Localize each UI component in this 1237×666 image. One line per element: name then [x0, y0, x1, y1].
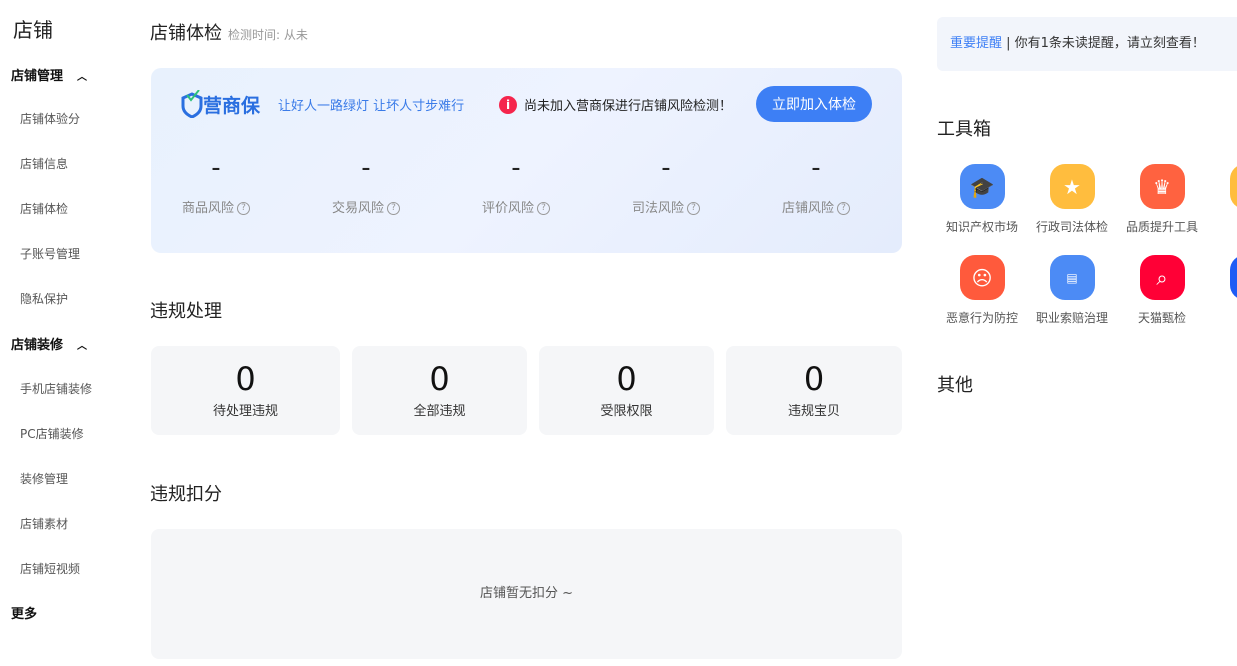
sidebar-more[interactable]: 更多: [11, 603, 37, 622]
clipboard-icon: ▤: [1049, 255, 1095, 300]
stat-label: 违规宝贝: [787, 404, 840, 419]
risk-value: -: [511, 153, 521, 183]
risk-label: 司法风险: [631, 201, 684, 216]
tool-label: 职业索赔治理: [1035, 311, 1108, 325]
risk-label: 交易风险: [331, 201, 384, 216]
stat-pending-violations[interactable]: 0 待处理违规: [151, 346, 340, 435]
sidebar-group-shop-decoration[interactable]: 店铺装修 ︿: [11, 334, 87, 353]
stat-value: 0: [235, 360, 256, 398]
notice-text: | 你有1条未读提醒，请立刻查看！: [1002, 36, 1205, 51]
title-text: 店铺体检: [150, 23, 222, 44]
risk-label: 店铺风险: [781, 201, 834, 216]
sad-face-icon: ☹: [959, 255, 1005, 300]
risk-value: -: [211, 153, 221, 183]
risk-value: -: [661, 153, 671, 183]
stat-violating-items[interactable]: 0 违规宝贝: [726, 346, 902, 435]
tool-goods[interactable]: 商品: [1207, 164, 1237, 235]
risk-judicial: - 司法风险?: [591, 153, 741, 216]
tool-label: 字体: [1207, 309, 1237, 326]
magnifier-icon: ⌕: [1139, 255, 1185, 300]
chevron-up-icon: ︿: [77, 341, 88, 352]
other-title: 其他: [937, 375, 973, 396]
sidebar-title: 店铺: [13, 18, 53, 42]
violations-title: 违规处理: [150, 301, 222, 322]
stat-value: 0: [803, 360, 825, 398]
risk-shop: - 店铺风险?: [741, 153, 891, 216]
tool-font[interactable]: 字体: [1207, 255, 1237, 326]
sidebar-item[interactable]: 子账号管理: [20, 245, 80, 262]
risk-review: - 评价风险?: [441, 153, 591, 216]
stat-all-violations[interactable]: 0 全部违规: [352, 346, 527, 435]
notice-bar: 重要提醒 | 你有1条未读提醒，请立刻查看！: [937, 17, 1237, 71]
info-icon: i: [499, 95, 517, 114]
slogan: 让好人一路绿灯 让坏人寸步难行: [278, 99, 465, 114]
deduction-title: 违规扣分: [150, 484, 222, 505]
warning-text: 尚未加入营商保进行店铺风险检测！: [524, 99, 733, 114]
graduation-cap-icon: 🎓: [959, 164, 1005, 209]
tool-malicious-control[interactable]: ☹ 恶意行为防控: [937, 255, 1027, 326]
tool-ip-market[interactable]: 🎓 知识产权市场: [937, 164, 1027, 235]
stat-label: 待处理违规: [212, 404, 278, 419]
stat-value: 0: [429, 360, 450, 398]
page-title: 店铺体检 检测时间: 从未: [150, 19, 308, 45]
stat-label: 受限权限: [600, 404, 653, 419]
toolbox-title: 工具箱: [937, 119, 991, 140]
help-icon[interactable]: ?: [537, 202, 550, 215]
help-icon[interactable]: ?: [837, 202, 850, 215]
tool-label: 品质提升工具: [1125, 220, 1198, 234]
join-check-button[interactable]: 立即加入体检: [756, 86, 872, 122]
deduction-empty: 店铺暂无扣分 ~: [151, 529, 902, 659]
shield-check-icon: [181, 90, 203, 118]
sidebar-item[interactable]: 店铺素材: [20, 515, 68, 532]
sidebar-item[interactable]: 店铺短视频: [20, 560, 80, 577]
help-icon[interactable]: ?: [687, 202, 700, 215]
risk-product: - 商品风险?: [141, 153, 291, 216]
tool-judicial-check[interactable]: ★ 行政司法体检: [1027, 164, 1117, 235]
chevron-up-icon: ︿: [77, 72, 88, 83]
goods-icon: [1229, 164, 1237, 209]
tool-label: 知识产权市场: [945, 220, 1018, 234]
risk-label: 商品风险: [181, 201, 234, 216]
group-label: 店铺管理: [11, 69, 64, 84]
logo-text: 营商保: [203, 94, 261, 117]
group-label: 店铺装修: [11, 338, 64, 353]
shield-star-icon: ★: [1049, 164, 1095, 209]
sidebar-item[interactable]: 店铺信息: [20, 155, 68, 172]
sidebar-item[interactable]: 店铺体验分: [20, 110, 80, 127]
check-time: 检测时间: 从未: [228, 28, 308, 42]
sidebar-item[interactable]: 隐私保护: [20, 290, 68, 307]
important-notice-link[interactable]: 重要提醒: [950, 36, 1002, 51]
sidebar-group-shop-management[interactable]: 店铺管理 ︿: [11, 65, 87, 84]
sidebar-item[interactable]: PC店铺装修: [20, 425, 84, 442]
warning-message: i 尚未加入营商保进行店铺风险检测！: [499, 95, 732, 114]
tool-label: 天猫甄检: [1137, 311, 1186, 325]
tool-label: 商品: [1207, 218, 1237, 235]
tool-tmall-check[interactable]: ⌕ 天猫甄检: [1117, 255, 1207, 326]
tool-label: 恶意行为防控: [945, 311, 1018, 325]
risk-banner: 营商保 让好人一路绿灯 让坏人寸步难行 i 尚未加入营商保进行店铺风险检测！ 立即…: [151, 68, 902, 253]
stat-label: 全部违规: [413, 404, 466, 419]
stat-value: 0: [616, 360, 637, 398]
tool-quality[interactable]: ♛ 品质提升工具: [1117, 164, 1207, 235]
yingshangbao-logo: 营商保: [181, 90, 260, 118]
help-icon[interactable]: ?: [237, 202, 250, 215]
sidebar-item[interactable]: 装修管理: [20, 470, 68, 487]
tool-claim-governance[interactable]: ▤ 职业索赔治理: [1027, 255, 1117, 326]
risk-label: 评价风险: [481, 201, 534, 216]
tool-label: 行政司法体检: [1035, 220, 1108, 234]
risk-value: -: [361, 153, 371, 183]
font-icon: [1229, 255, 1237, 300]
crown-icon: ♛: [1139, 164, 1185, 209]
risk-value: -: [811, 153, 821, 183]
sidebar-item[interactable]: 店铺体检: [20, 200, 68, 217]
stat-restricted-permissions[interactable]: 0 受限权限: [539, 346, 714, 435]
sidebar-item[interactable]: 手机店铺装修: [20, 380, 92, 397]
risk-trade: - 交易风险?: [291, 153, 441, 216]
help-icon[interactable]: ?: [387, 202, 400, 215]
